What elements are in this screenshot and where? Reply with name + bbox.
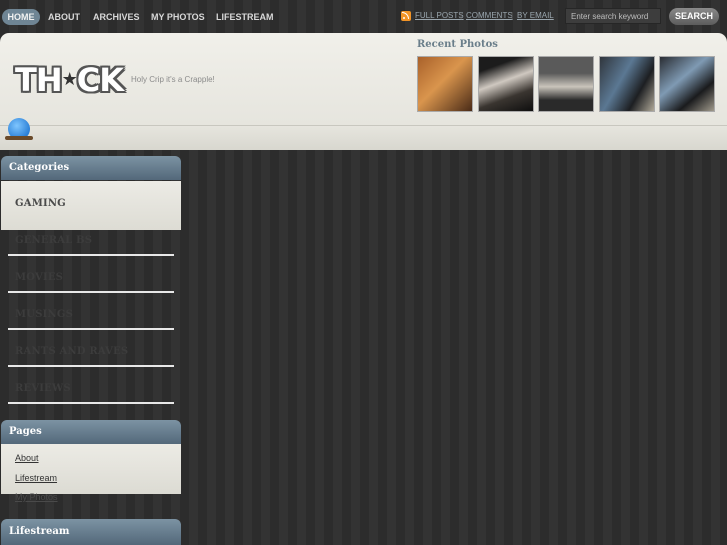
logo-text-right: CK: [76, 61, 124, 99]
category-divider: [8, 291, 174, 293]
rss-icon[interactable]: [401, 11, 411, 21]
nav-my-photos[interactable]: MY PHOTOS: [151, 9, 205, 25]
search-input[interactable]: Enter search keyword: [565, 8, 661, 24]
category-gaming[interactable]: GAMING: [15, 198, 66, 209]
nav-about[interactable]: ABOUT: [48, 9, 80, 25]
twitter-bird-icon[interactable]: [5, 118, 33, 140]
site-tagline: Holy Crip it's a Crapple!: [131, 75, 215, 84]
nav-lifestream[interactable]: LIFESTREAM: [216, 9, 274, 25]
lifestream-widget-title: Lifestream: [1, 519, 181, 545]
pages-widget-title: Pages: [1, 420, 181, 444]
search-button[interactable]: SEARCH: [669, 8, 719, 25]
category-divider: [8, 402, 174, 404]
category-divider: [8, 328, 174, 330]
categories-widget-title: Categories: [1, 156, 181, 180]
category-rants-and-raves[interactable]: RANTS AND RAVES: [15, 346, 128, 357]
category-musings[interactable]: MUSINGS: [15, 309, 73, 320]
top-navigation: HOME ABOUT ARCHIVES MY PHOTOS LIFESTREAM…: [0, 0, 727, 33]
recent-photo-thumbnail[interactable]: [659, 56, 715, 112]
pages-widget-body: [1, 444, 181, 494]
page-link-my-photos[interactable]: My Photos: [15, 492, 58, 502]
site-logo[interactable]: TH★CK: [15, 61, 124, 99]
header-bottom-strip: [0, 125, 727, 150]
category-divider: [8, 365, 174, 367]
feed-separator: |: [460, 11, 463, 20]
nav-archives[interactable]: ARCHIVES: [93, 9, 140, 25]
recent-photo-thumbnail[interactable]: [417, 56, 473, 112]
category-reviews[interactable]: REVIEWS: [15, 383, 71, 394]
page-link-lifestream[interactable]: Lifestream: [15, 473, 57, 483]
category-divider: [8, 254, 174, 256]
recent-photo-thumbnail[interactable]: [538, 56, 594, 112]
page-link-about[interactable]: About: [15, 453, 39, 463]
feed-full-posts-link[interactable]: FULL POSTS: [415, 11, 464, 21]
feed-by-email-link[interactable]: BY EMAIL: [517, 11, 554, 21]
feed-separator: |: [511, 11, 514, 20]
category-general-bs[interactable]: GENERAL BS: [15, 235, 92, 246]
star-icon: ★: [61, 69, 78, 90]
logo-text-left: TH: [15, 61, 63, 99]
nav-home[interactable]: HOME: [2, 9, 40, 25]
recent-photo-thumbnail[interactable]: [478, 56, 534, 112]
feed-comments-link[interactable]: COMMENTS: [466, 11, 513, 21]
recent-photo-thumbnail[interactable]: [599, 56, 655, 112]
recent-photos-title: Recent Photos: [417, 39, 498, 50]
category-movies[interactable]: MOVIES: [15, 272, 63, 283]
